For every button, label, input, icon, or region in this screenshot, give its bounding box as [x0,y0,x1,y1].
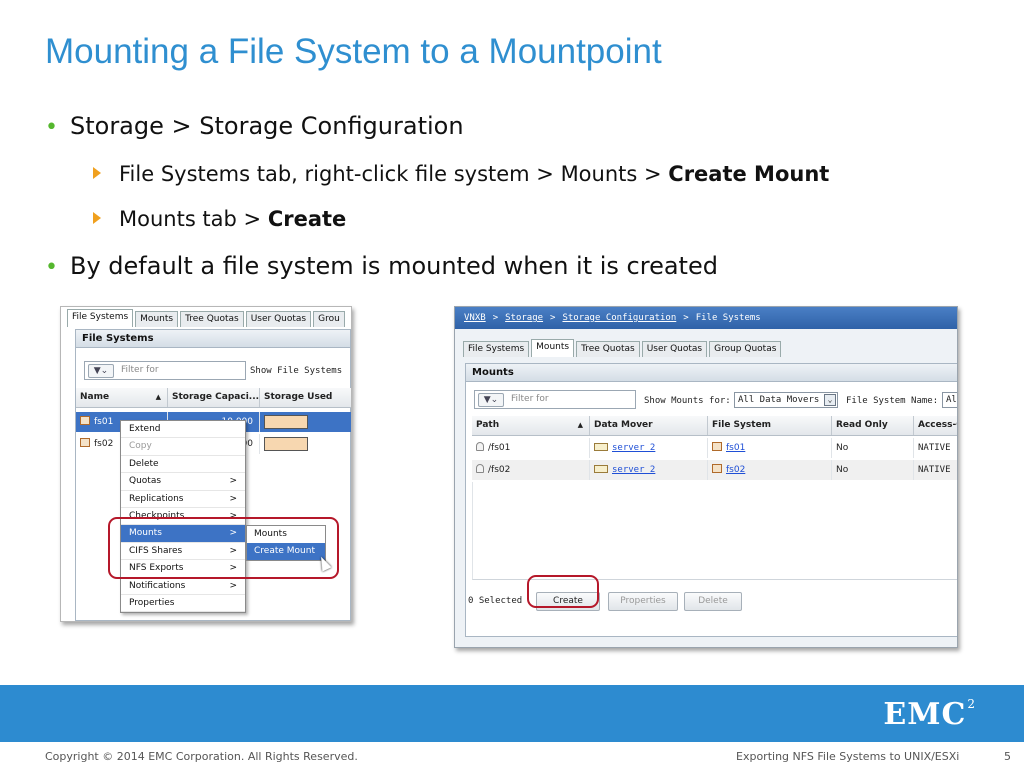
menu-item-copy[interactable]: Copy [121,438,245,456]
mount-icon [476,442,484,451]
grid-header: Path ▲ Data Mover File System Read Only A… [472,416,957,436]
breadcrumb-file-systems: File Systems [695,313,761,323]
file-system-name-input[interactable]: Al [942,392,957,408]
usage-bar [264,414,308,429]
tab-strip: File Systems Mounts Tree Quotas User Quo… [67,309,347,327]
panel-title: Mounts [466,364,957,382]
tab-user-quotas[interactable]: User Quotas [245,311,312,327]
breadcrumb-storage[interactable]: Storage [505,313,543,323]
col-read-only[interactable]: Read Only [832,416,914,435]
menu-item-properties[interactable]: Properties [121,595,245,613]
copyright-text: Copyright © 2014 EMC Corporation. All Ri… [45,750,358,763]
col-storage-used[interactable]: Storage Used [260,388,351,407]
menu-item-delete[interactable]: Delete [121,456,245,474]
tab-file-systems[interactable]: File Systems [463,341,530,357]
chevron-down-icon[interactable]: ⌄ [824,394,836,406]
file-systems-screenshot: File Systems Mounts Tree Quotas User Quo… [60,306,352,622]
menu-item-replications[interactable]: Replications > [121,491,245,508]
grid-empty-area [472,482,957,580]
sort-up-icon: ▲ [577,421,583,429]
page-number: 5 [1004,750,1011,763]
emc-logo: EMC2 [883,697,976,732]
bullet-dot-icon: • [45,115,58,140]
file-system-icon [712,442,722,451]
filter-input[interactable]: ▼⌄ Filter for [474,390,636,409]
subbullet-file-systems-tab: File Systems tab, right-click file syste… [93,162,829,186]
delete-button[interactable]: Delete [684,592,742,611]
filter-icon[interactable]: ▼⌄ [88,364,114,378]
data-mover-select[interactable]: All Data Movers ⌄ [734,392,838,408]
tab-tree-quotas[interactable]: Tree Quotas [576,341,640,357]
tab-group-quotas[interactable]: Grou [313,311,345,327]
table-row[interactable]: /fs01 server_2 fs01 No NATIVE [472,438,957,458]
tab-file-systems[interactable]: File Systems [67,309,134,327]
footer-topic: Exporting NFS File Systems to UNIX/ESXi [736,750,960,763]
show-file-systems-label: Show File Systems [250,366,343,376]
menu-item-quotas[interactable]: Quotas > [121,473,245,491]
highlight-box [527,575,599,608]
file-system-icon [712,464,722,473]
breadcrumb: VNXB > Storage > Storage Configuration > File … [455,307,957,329]
file-system-name-label: File System Name: [846,396,939,406]
footer-band: EMC2 [0,685,1024,742]
tab-mounts[interactable]: Mounts [135,311,179,327]
table-row[interactable]: /fs02 server_2 fs02 No NATIVE [472,460,957,480]
col-path[interactable]: Path ▲ [472,416,590,435]
data-mover-icon [594,443,608,451]
highlight-box [108,517,339,579]
subbullet-mounts-tab: Mounts tab > Create [93,207,346,231]
mounts-screenshot: VNXB > Storage > Storage Configuration > File … [454,306,958,648]
bullet-dot-icon: • [45,255,58,280]
col-storage-capacity[interactable]: Storage Capaci... [168,388,260,407]
menu-item-extend[interactable]: Extend [121,421,245,439]
grid-header: Name ▲ Storage Capaci... Storage Used [76,388,351,408]
data-mover-icon [594,465,608,473]
menu-item-notifications[interactable]: Notifications > [121,578,245,595]
properties-button[interactable]: Properties [608,592,678,611]
tab-group-quotas[interactable]: Group Quotas [709,341,782,357]
usage-bar [264,436,308,451]
triangle-bullet-icon [93,212,101,224]
bullet-storage-config: • Storage > Storage Configuration [45,112,464,140]
show-mounts-label: Show Mounts for: [644,396,731,406]
col-name[interactable]: Name ▲ [76,388,168,407]
selected-count: 0 Selected [468,596,523,606]
tab-tree-quotas[interactable]: Tree Quotas [180,311,244,327]
col-access[interactable]: Access-C [914,416,957,435]
triangle-bullet-icon [93,167,101,179]
filter-input[interactable]: ▼⌄ Filter for [84,361,246,380]
col-data-mover[interactable]: Data Mover [590,416,708,435]
tab-strip: File Systems Mounts Tree Quotas User Quo… [463,339,783,357]
bullet-default-mounted: • By default a file system is mounted whe… [45,252,718,280]
slide-title: Mounting a File System to a Mountpoint [45,32,662,71]
file-system-icon [80,438,90,447]
filter-icon[interactable]: ▼⌄ [478,393,504,407]
file-system-icon [80,416,90,425]
mount-icon [476,464,484,473]
breadcrumb-vnxb[interactable]: VNXB [464,313,486,323]
breadcrumb-storage-configuration[interactable]: Storage Configuration [562,313,676,323]
tab-mounts[interactable]: Mounts [531,339,575,357]
sort-up-icon: ▲ [155,393,161,401]
tab-user-quotas[interactable]: User Quotas [641,341,708,357]
panel-title: File Systems [76,330,350,348]
col-file-system[interactable]: File System [708,416,832,435]
